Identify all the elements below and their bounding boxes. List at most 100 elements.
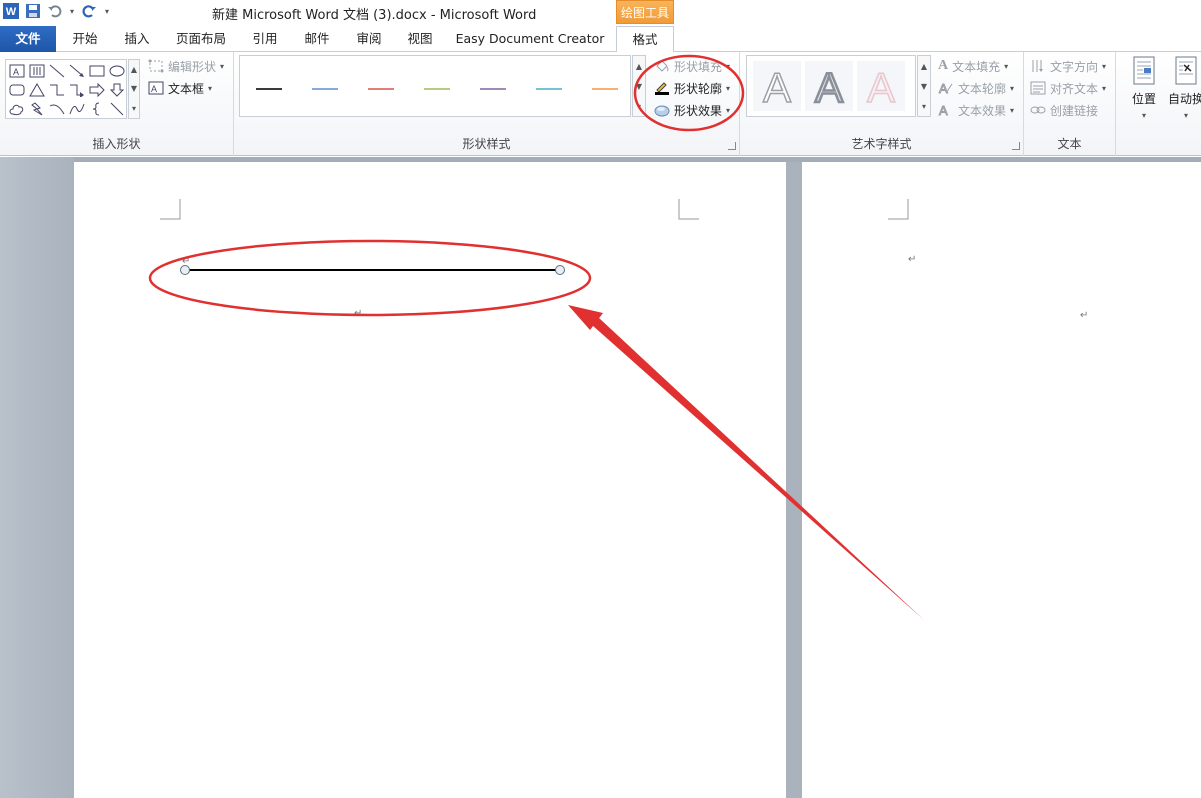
right-arrow-shape-icon[interactable] — [87, 80, 107, 99]
shape-style-gallery — [239, 55, 631, 117]
wrap-text-button[interactable]: 自动换 ▾ — [1164, 56, 1201, 136]
create-link-button[interactable]: 创建链接 — [1030, 100, 1098, 120]
wrap-text-label: 自动换 — [1167, 92, 1201, 106]
ribbon: A ▲ ▼ ▾ 编辑形状 ▾ A 文本框 ▾ 插入形状 形状样式 ▲ ▼ ▾ 形… — [0, 52, 1201, 156]
page-separator — [786, 162, 802, 798]
create-link-label: 创建链接 — [1050, 103, 1099, 118]
line-end-handle — [555, 265, 565, 275]
oval-shape-icon[interactable] — [107, 61, 127, 80]
rounded-rectangle-shape-icon[interactable] — [7, 80, 27, 99]
text-group-label: 文本 — [1057, 137, 1082, 151]
shape-outline-button[interactable]: 形状轮廓 ▾ — [654, 78, 730, 98]
svg-text:A: A — [151, 84, 157, 94]
text-fill-icon: A — [938, 58, 949, 73]
quick-access-toolbar: W ▾ ▾ — [2, 2, 112, 20]
tab-home[interactable]: 开始 — [62, 26, 108, 52]
elbow-arrow-connector-shape-icon[interactable] — [67, 80, 87, 99]
tab-view[interactable]: 视图 — [398, 26, 442, 52]
edit-shape-button[interactable]: 编辑形状 ▾ — [148, 56, 224, 76]
tab-page-layout[interactable]: 页面布局 — [170, 26, 232, 52]
wordart-style-outline-icon[interactable]: A — [753, 61, 801, 111]
text-fill-button[interactable]: A 文本填充 ▾ — [938, 56, 1008, 76]
text-outline-label: 文本轮廓 — [958, 81, 1007, 96]
tab-file[interactable]: 文件 — [0, 26, 56, 52]
top-left-margin-mark — [888, 199, 909, 220]
document-page-1[interactable]: ↵ ↵ — [74, 162, 786, 798]
wordart-style-gray-icon[interactable]: A — [805, 61, 853, 111]
shapes-gallery-scroll[interactable]: ▲ ▼ ▾ — [128, 59, 140, 119]
vertical-textbox-shape-icon[interactable] — [27, 61, 47, 80]
svg-text:A: A — [815, 64, 843, 108]
wordart-styles-launcher-icon[interactable] — [1012, 142, 1020, 150]
align-text-button[interactable]: 对齐文本 ▾ — [1030, 78, 1106, 98]
word-app-icon[interactable]: W — [2, 2, 20, 20]
wordart-gallery-scroll[interactable]: ▲ ▼ ▾ — [917, 55, 931, 117]
redo-icon[interactable] — [80, 2, 98, 20]
cloud-shape-icon[interactable] — [7, 99, 27, 118]
document-page-2[interactable]: ↵ ↵ — [802, 162, 1201, 798]
paint-bucket-icon — [656, 60, 669, 72]
position-icon — [1133, 56, 1155, 85]
position-button[interactable]: 位置 ▾ — [1122, 56, 1166, 136]
undo-dropdown-icon[interactable]: ▾ — [68, 2, 76, 20]
paragraph-mark-icon: ↵ — [354, 308, 363, 319]
text-direction-label: 文字方向 — [1050, 59, 1099, 74]
paragraph-mark-icon: ↵ — [182, 256, 191, 267]
shape-effects-button[interactable]: 形状效果 ▾ — [654, 100, 730, 120]
insert-shapes-group: A ▲ ▼ ▾ 编辑形状 ▾ A 文本框 ▾ 插入形状 — [0, 52, 234, 156]
text-fill-label: 文本填充 — [952, 59, 1001, 74]
shape-fill-button[interactable]: 形状填充 ▾ — [654, 56, 730, 76]
text-box-icon: A — [148, 81, 164, 95]
down-arrow-shape-icon[interactable] — [107, 80, 127, 99]
shape-effects-label: 形状效果 — [674, 103, 723, 118]
text-box-label: 文本框 — [168, 81, 205, 96]
brace-shape-icon[interactable] — [87, 99, 107, 118]
tab-easy-document-creator[interactable]: Easy Document Creator — [452, 26, 608, 52]
arc-shape-icon[interactable] — [47, 99, 67, 118]
wordart-style-pink-icon[interactable]: A — [857, 61, 905, 111]
rectangle-shape-icon[interactable] — [87, 61, 107, 80]
shape-style-swatches[interactable] — [240, 56, 632, 118]
shape-outline-label: 形状轮廓 — [674, 81, 723, 96]
save-icon[interactable] — [24, 2, 42, 20]
tab-mailings[interactable]: 邮件 — [295, 26, 339, 52]
shape-styles-launcher-icon[interactable] — [728, 142, 736, 150]
customize-qat-icon[interactable]: ▾ — [102, 2, 112, 20]
paragraph-mark-icon: ↵ — [1080, 310, 1089, 321]
text-direction-button[interactable]: 文字方向 ▾ — [1030, 56, 1106, 76]
document-area: ↵ ↵ ↵ ↵ — [0, 157, 1201, 798]
text-box-button[interactable]: A 文本框 ▾ — [148, 78, 212, 98]
freeform-curve-shape-icon[interactable] — [67, 99, 87, 118]
line-shape-icon[interactable] — [47, 61, 67, 80]
elbow-connector-shape-icon[interactable] — [47, 80, 67, 99]
arrow-line-shape-icon[interactable] — [67, 61, 87, 80]
svg-text:A: A — [763, 64, 791, 108]
diagonal-line-shape-icon[interactable] — [107, 99, 127, 118]
textbox-shape-icon[interactable]: A — [7, 61, 27, 80]
tab-review[interactable]: 审阅 — [347, 26, 391, 52]
selected-line-shape[interactable] — [174, 258, 574, 280]
undo-icon[interactable] — [46, 2, 64, 20]
svg-text:A: A — [13, 67, 19, 77]
tab-references[interactable]: 引用 — [243, 26, 287, 52]
text-outline-icon: A — [939, 81, 953, 95]
shape-styles-group-label: 形状样式 — [462, 137, 511, 151]
wordart-styles-group-label: 艺术字样式 — [851, 137, 912, 151]
text-outline-button[interactable]: A 文本轮廓 ▾ — [938, 78, 1015, 98]
link-icon — [1030, 106, 1046, 114]
window-title: 新建 Microsoft Word 文档 (3).docx - Microsof… — [212, 8, 537, 23]
pencil-outline-icon — [655, 82, 669, 95]
shape-effects-icon — [654, 105, 670, 117]
triangle-shape-icon[interactable] — [27, 80, 47, 99]
drawing-tools-context-header: 绘图工具 — [616, 0, 674, 24]
tab-insert[interactable]: 插入 — [114, 26, 160, 52]
svg-text:W: W — [6, 6, 17, 18]
text-direction-icon — [1032, 60, 1043, 72]
lightning-shape-icon[interactable] — [27, 99, 47, 118]
text-effects-button[interactable]: A 文本效果 ▾ — [938, 100, 1015, 120]
text-effects-label: 文本效果 — [958, 103, 1007, 118]
align-text-icon — [1030, 81, 1046, 95]
wrap-text-icon — [1175, 56, 1197, 85]
shape-style-gallery-scroll[interactable]: ▲ ▼ ▾ — [632, 55, 646, 117]
tab-format[interactable]: 格式 — [616, 26, 674, 53]
